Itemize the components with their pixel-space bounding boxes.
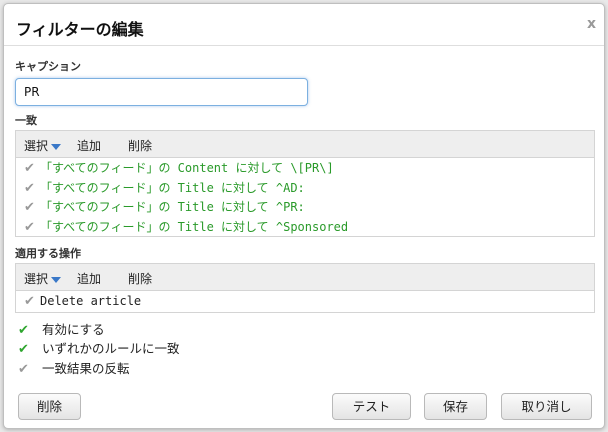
actions-label: 適用する操作 — [15, 247, 81, 260]
match-any-label: いずれかのルールに一致 — [42, 341, 180, 356]
dialog-title: フィルターの編集 — [16, 20, 144, 39]
match-rule-row[interactable]: ✔ 「すべてのフィード」の Title に対して ^PR: — [16, 198, 594, 218]
actions-list: ✔ Delete article — [15, 291, 595, 313]
rule-text: 「すべてのフィード」の Title に対して ^PR: — [40, 200, 305, 214]
actions-add-button[interactable]: 追加 — [77, 270, 101, 287]
match-delete-button[interactable]: 削除 — [128, 137, 152, 154]
match-toolbar: 選択 追加 削除 — [15, 130, 595, 158]
rule-text: 「すべてのフィード」の Content に対して \[PR\] — [40, 161, 334, 175]
check-icon: ✔ — [18, 342, 29, 357]
match-rule-row[interactable]: ✔ 「すべてのフィード」の Title に対して ^Sponsored — [16, 218, 594, 238]
rule-text: 「すべてのフィード」の Title に対して ^Sponsored — [40, 219, 349, 234]
check-icon: ✔ — [24, 180, 35, 196]
match-rule-list: ✔ 「すべてのフィード」の Content に対して \[PR\] ✔ 「すべてのフ… — [15, 158, 595, 237]
chevron-down-icon — [51, 276, 62, 283]
actions-toolbar: 選択 追加 削除 — [15, 263, 595, 291]
invert-match-label: 一致結果の反転 — [42, 361, 130, 376]
actions-delete-button[interactable]: 削除 — [128, 270, 152, 287]
caption-label: キャプション — [15, 60, 81, 73]
check-icon: ✔ — [18, 362, 29, 377]
match-any-checkbox[interactable]: ✔ いずれかのルールに一致 — [18, 338, 180, 357]
check-icon: ✔ — [24, 200, 35, 215]
check-icon: ✔ — [24, 294, 35, 309]
cancel-button[interactable]: 取り消し — [501, 393, 592, 420]
actions-select-label: 選択 — [24, 272, 49, 286]
caption-input[interactable] — [15, 78, 308, 106]
check-icon: ✔ — [24, 161, 35, 176]
test-button[interactable]: テスト — [332, 393, 411, 420]
invert-match-checkbox[interactable]: ✔ 一致結果の反転 — [18, 358, 130, 377]
remove-filter-button[interactable]: 削除 — [18, 393, 81, 420]
save-button[interactable]: 保存 — [424, 393, 487, 420]
rule-text: 「すべてのフィード」の Title に対して ^AD: — [40, 180, 305, 195]
match-select-label: 選択 — [24, 139, 49, 153]
match-rule-row[interactable]: ✔ 「すべてのフィード」の Title に対して ^AD: — [16, 179, 594, 199]
match-add-button[interactable]: 追加 — [77, 137, 101, 154]
enabled-label: 有効にする — [42, 322, 105, 337]
dialog-titlebar: フィルターの編集 x — [4, 4, 604, 46]
filter-edit-dialog: フィルターの編集 x キャプション 一致 選択 追加 削除 ✔ 「すべてのフィード… — [3, 3, 605, 429]
close-icon[interactable]: x — [587, 16, 596, 32]
check-icon: ✔ — [18, 323, 29, 338]
actions-select-button[interactable]: 選択 — [24, 270, 62, 287]
check-icon: ✔ — [24, 219, 35, 235]
match-rule-row[interactable]: ✔ 「すべてのフィード」の Content に対して \[PR\] — [16, 159, 594, 179]
enabled-checkbox[interactable]: ✔ 有効にする — [18, 319, 105, 338]
action-text: Delete article — [40, 294, 142, 308]
match-label: 一致 — [15, 114, 37, 127]
action-row[interactable]: ✔ Delete article — [16, 292, 594, 312]
chevron-down-icon — [51, 143, 62, 150]
match-select-button[interactable]: 選択 — [24, 137, 62, 154]
